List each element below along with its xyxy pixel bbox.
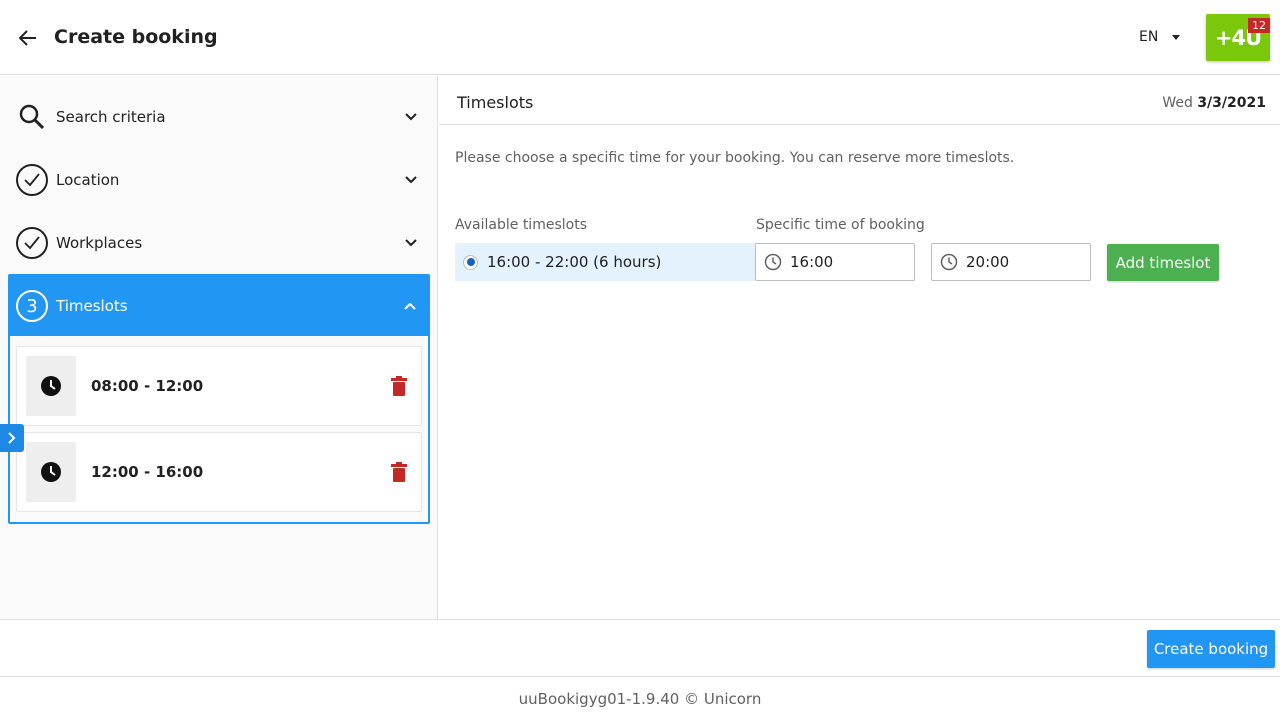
date-weekday: Wed: [1162, 95, 1193, 111]
step-timeslots-header[interactable]: 3 Timeslots: [10, 276, 428, 336]
app-header: Create booking EN +4U 12: [0, 0, 1280, 75]
timeslots-panel: Timeslots Wed 3/3/2021 Please choose a s…: [439, 76, 1280, 619]
from-time-input[interactable]: 16:00: [755, 243, 915, 281]
step-workplaces[interactable]: Workplaces: [8, 212, 430, 274]
timeslot-time: 08:00 - 12:00: [91, 377, 204, 395]
step-search-criteria[interactable]: Search criteria: [8, 86, 430, 148]
chevron-down-icon: [404, 110, 418, 124]
action-bar: Create booking: [0, 619, 1280, 677]
language-selector[interactable]: EN: [1139, 29, 1181, 45]
delete-trash-icon[interactable]: [389, 461, 409, 483]
clock-outline-icon: [764, 253, 782, 271]
specific-time-label: Specific time of booking: [756, 217, 925, 233]
steps-panel: Search criteria Location Workplaces 3 Ti…: [0, 76, 438, 619]
date-value: 3/3/2021: [1197, 95, 1266, 111]
from-time-value: 16:00: [790, 253, 834, 271]
available-timeslots-label: Available timeslots: [455, 217, 587, 233]
plus4u-logo-button[interactable]: +4U 12: [1206, 14, 1270, 61]
check-circle-icon: [16, 164, 48, 196]
back-arrow-icon[interactable]: [14, 24, 42, 52]
language-label: EN: [1139, 29, 1159, 45]
chevron-up-icon: [404, 302, 416, 310]
to-time-input[interactable]: 20:00: [931, 243, 1091, 281]
timeslot-time: 12:00 - 16:00: [91, 463, 204, 481]
available-timeslot-option[interactable]: 16:00 - 22:00 (6 hours): [455, 243, 756, 281]
timeslot-item: 08:00 - 12:00: [16, 346, 422, 426]
clock-icon: [26, 442, 76, 502]
step-number: 3: [16, 290, 48, 322]
delete-trash-icon[interactable]: [389, 375, 409, 397]
to-time-value: 20:00: [966, 253, 1010, 271]
available-timeslot-text: 16:00 - 22:00 (6 hours): [487, 253, 662, 271]
chevron-down-icon: [404, 173, 418, 187]
add-timeslot-button[interactable]: Add timeslot: [1107, 244, 1219, 281]
timeslot-item: 12:00 - 16:00: [16, 432, 422, 512]
step-timeslots-card: 3 Timeslots 08:00 - 12:00 12:00 - 16:00: [8, 274, 430, 524]
step-label: Search criteria: [56, 108, 166, 126]
chevron-right-icon[interactable]: [0, 424, 24, 452]
step-label: Workplaces: [56, 234, 143, 252]
step-location[interactable]: Location: [8, 149, 430, 211]
create-booking-button[interactable]: Create booking: [1147, 630, 1275, 668]
clock-outline-icon: [940, 253, 958, 271]
radio-button[interactable]: [463, 254, 478, 270]
instruction-text: Please choose a specific time for your b…: [455, 150, 1015, 166]
chevron-down-icon: [404, 236, 418, 250]
check-circle-icon: [16, 227, 48, 259]
search-icon: [16, 101, 48, 133]
radio-selected-dot: [466, 258, 475, 266]
page-title: Create booking: [54, 26, 218, 48]
caret-down-icon: [1172, 34, 1181, 40]
panel-header: Timeslots Wed 3/3/2021: [439, 76, 1280, 125]
step-label: Timeslots: [56, 297, 128, 315]
panel-title: Timeslots: [457, 93, 534, 112]
booking-date: Wed 3/3/2021: [1162, 95, 1266, 111]
step-label: Location: [56, 171, 120, 189]
notification-badge: 12: [1248, 18, 1270, 33]
footer-text: uuBookigyg01-1.9.40 © Unicorn: [518, 690, 762, 708]
clock-icon: [26, 356, 76, 416]
